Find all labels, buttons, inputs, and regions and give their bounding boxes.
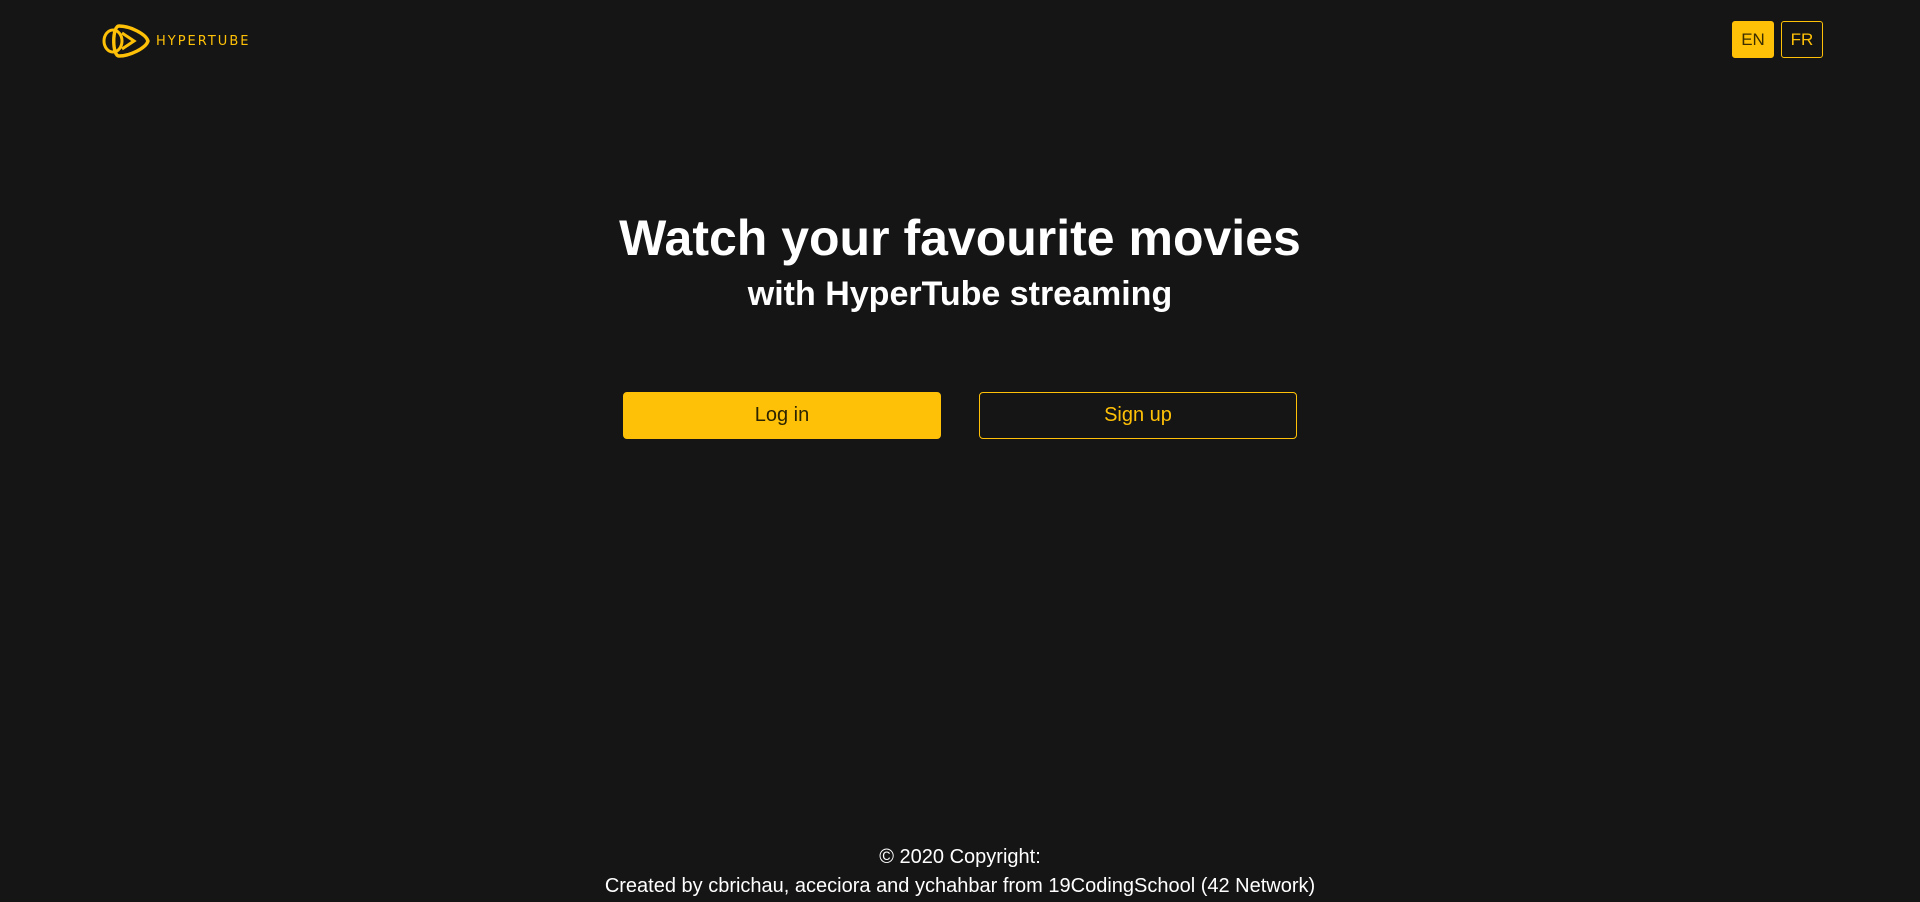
login-button[interactable]: Log in: [623, 392, 941, 439]
hero-subtitle: with HyperTube streaming: [747, 275, 1173, 313]
footer-credits: Created by cbrichau, aceciora and ychahb…: [604, 875, 1316, 897]
signup-button[interactable]: Sign up: [979, 392, 1297, 439]
auth-actions: Log in Sign up: [623, 392, 1297, 439]
language-switcher: EN FR: [1732, 21, 1823, 58]
logo[interactable]: HYPERTUBE: [100, 20, 250, 62]
language-button-en[interactable]: EN: [1732, 21, 1774, 58]
hypertube-logo-icon: [102, 24, 150, 58]
page: HYPERTUBE EN FR Watch your favourite mov…: [0, 0, 1920, 902]
footer: © 2020 Copyright: Created by cbrichau, a…: [0, 843, 1920, 901]
logo-text: HYPERTUBE: [156, 33, 251, 49]
footer-copyright: © 2020 Copyright:: [879, 846, 1041, 868]
hero: Watch your favourite movies with HyperTu…: [0, 206, 1920, 317]
hero-title: Watch your favourite movies: [619, 210, 1301, 266]
language-button-fr[interactable]: FR: [1781, 21, 1823, 58]
